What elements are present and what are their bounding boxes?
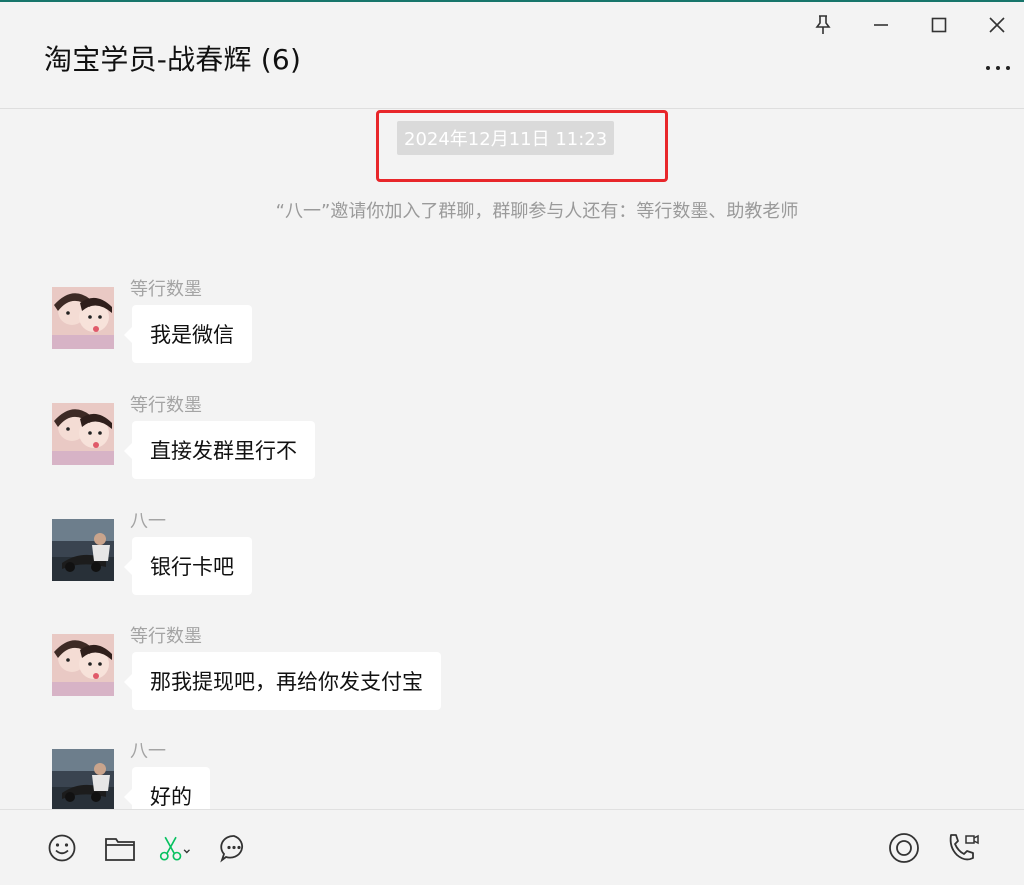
minimize-icon[interactable]: [866, 10, 896, 40]
avatar[interactable]: [52, 403, 114, 465]
screenshot-scissors-icon[interactable]: [158, 830, 194, 866]
sender-name: 等行数墨: [130, 626, 202, 647]
sender-name: 等行数墨: [130, 395, 202, 416]
sender-name: 等行数墨: [130, 279, 202, 300]
chat-header: 淘宝学员-战春辉 (6): [0, 2, 1024, 109]
message-bubble[interactable]: 那我提现吧，再给你发支付宝: [124, 652, 441, 710]
avatar[interactable]: [52, 749, 114, 809]
maximize-icon[interactable]: [924, 10, 954, 40]
sender-name: 八一: [130, 741, 166, 762]
avatar[interactable]: [52, 634, 114, 696]
live-icon[interactable]: [886, 830, 922, 866]
more-dot: [1006, 66, 1010, 70]
more-icon[interactable]: [986, 58, 1010, 78]
highlight-box: [376, 110, 668, 182]
avatar[interactable]: [52, 519, 114, 581]
chat-title: 淘宝学员-战春辉 (6): [44, 43, 302, 76]
input-toolbar: [0, 809, 1024, 885]
sender-name: 八一: [130, 511, 166, 532]
avatar[interactable]: [52, 287, 114, 349]
more-dot: [996, 66, 1000, 70]
message-bubble[interactable]: 好的: [124, 767, 210, 809]
message-bubble[interactable]: 银行卡吧: [124, 537, 252, 595]
folder-icon[interactable]: [102, 830, 138, 866]
chat-history-icon[interactable]: [216, 830, 252, 866]
message-bubble[interactable]: 直接发群里行不: [124, 421, 315, 479]
emoji-icon[interactable]: [44, 830, 80, 866]
call-icon[interactable]: [944, 830, 980, 866]
system-message: “八一”邀请你加入了群聊，群聊参与人还有：等行数墨、助教老师: [275, 201, 799, 222]
message-list[interactable]: 2024年12月11日 11:23 “八一”邀请你加入了群聊，群聊参与人还有：等…: [0, 109, 1024, 809]
pin-icon[interactable]: [808, 10, 838, 40]
message-bubble[interactable]: 我是微信: [124, 305, 252, 363]
close-icon[interactable]: [982, 10, 1012, 40]
more-dot: [986, 66, 990, 70]
